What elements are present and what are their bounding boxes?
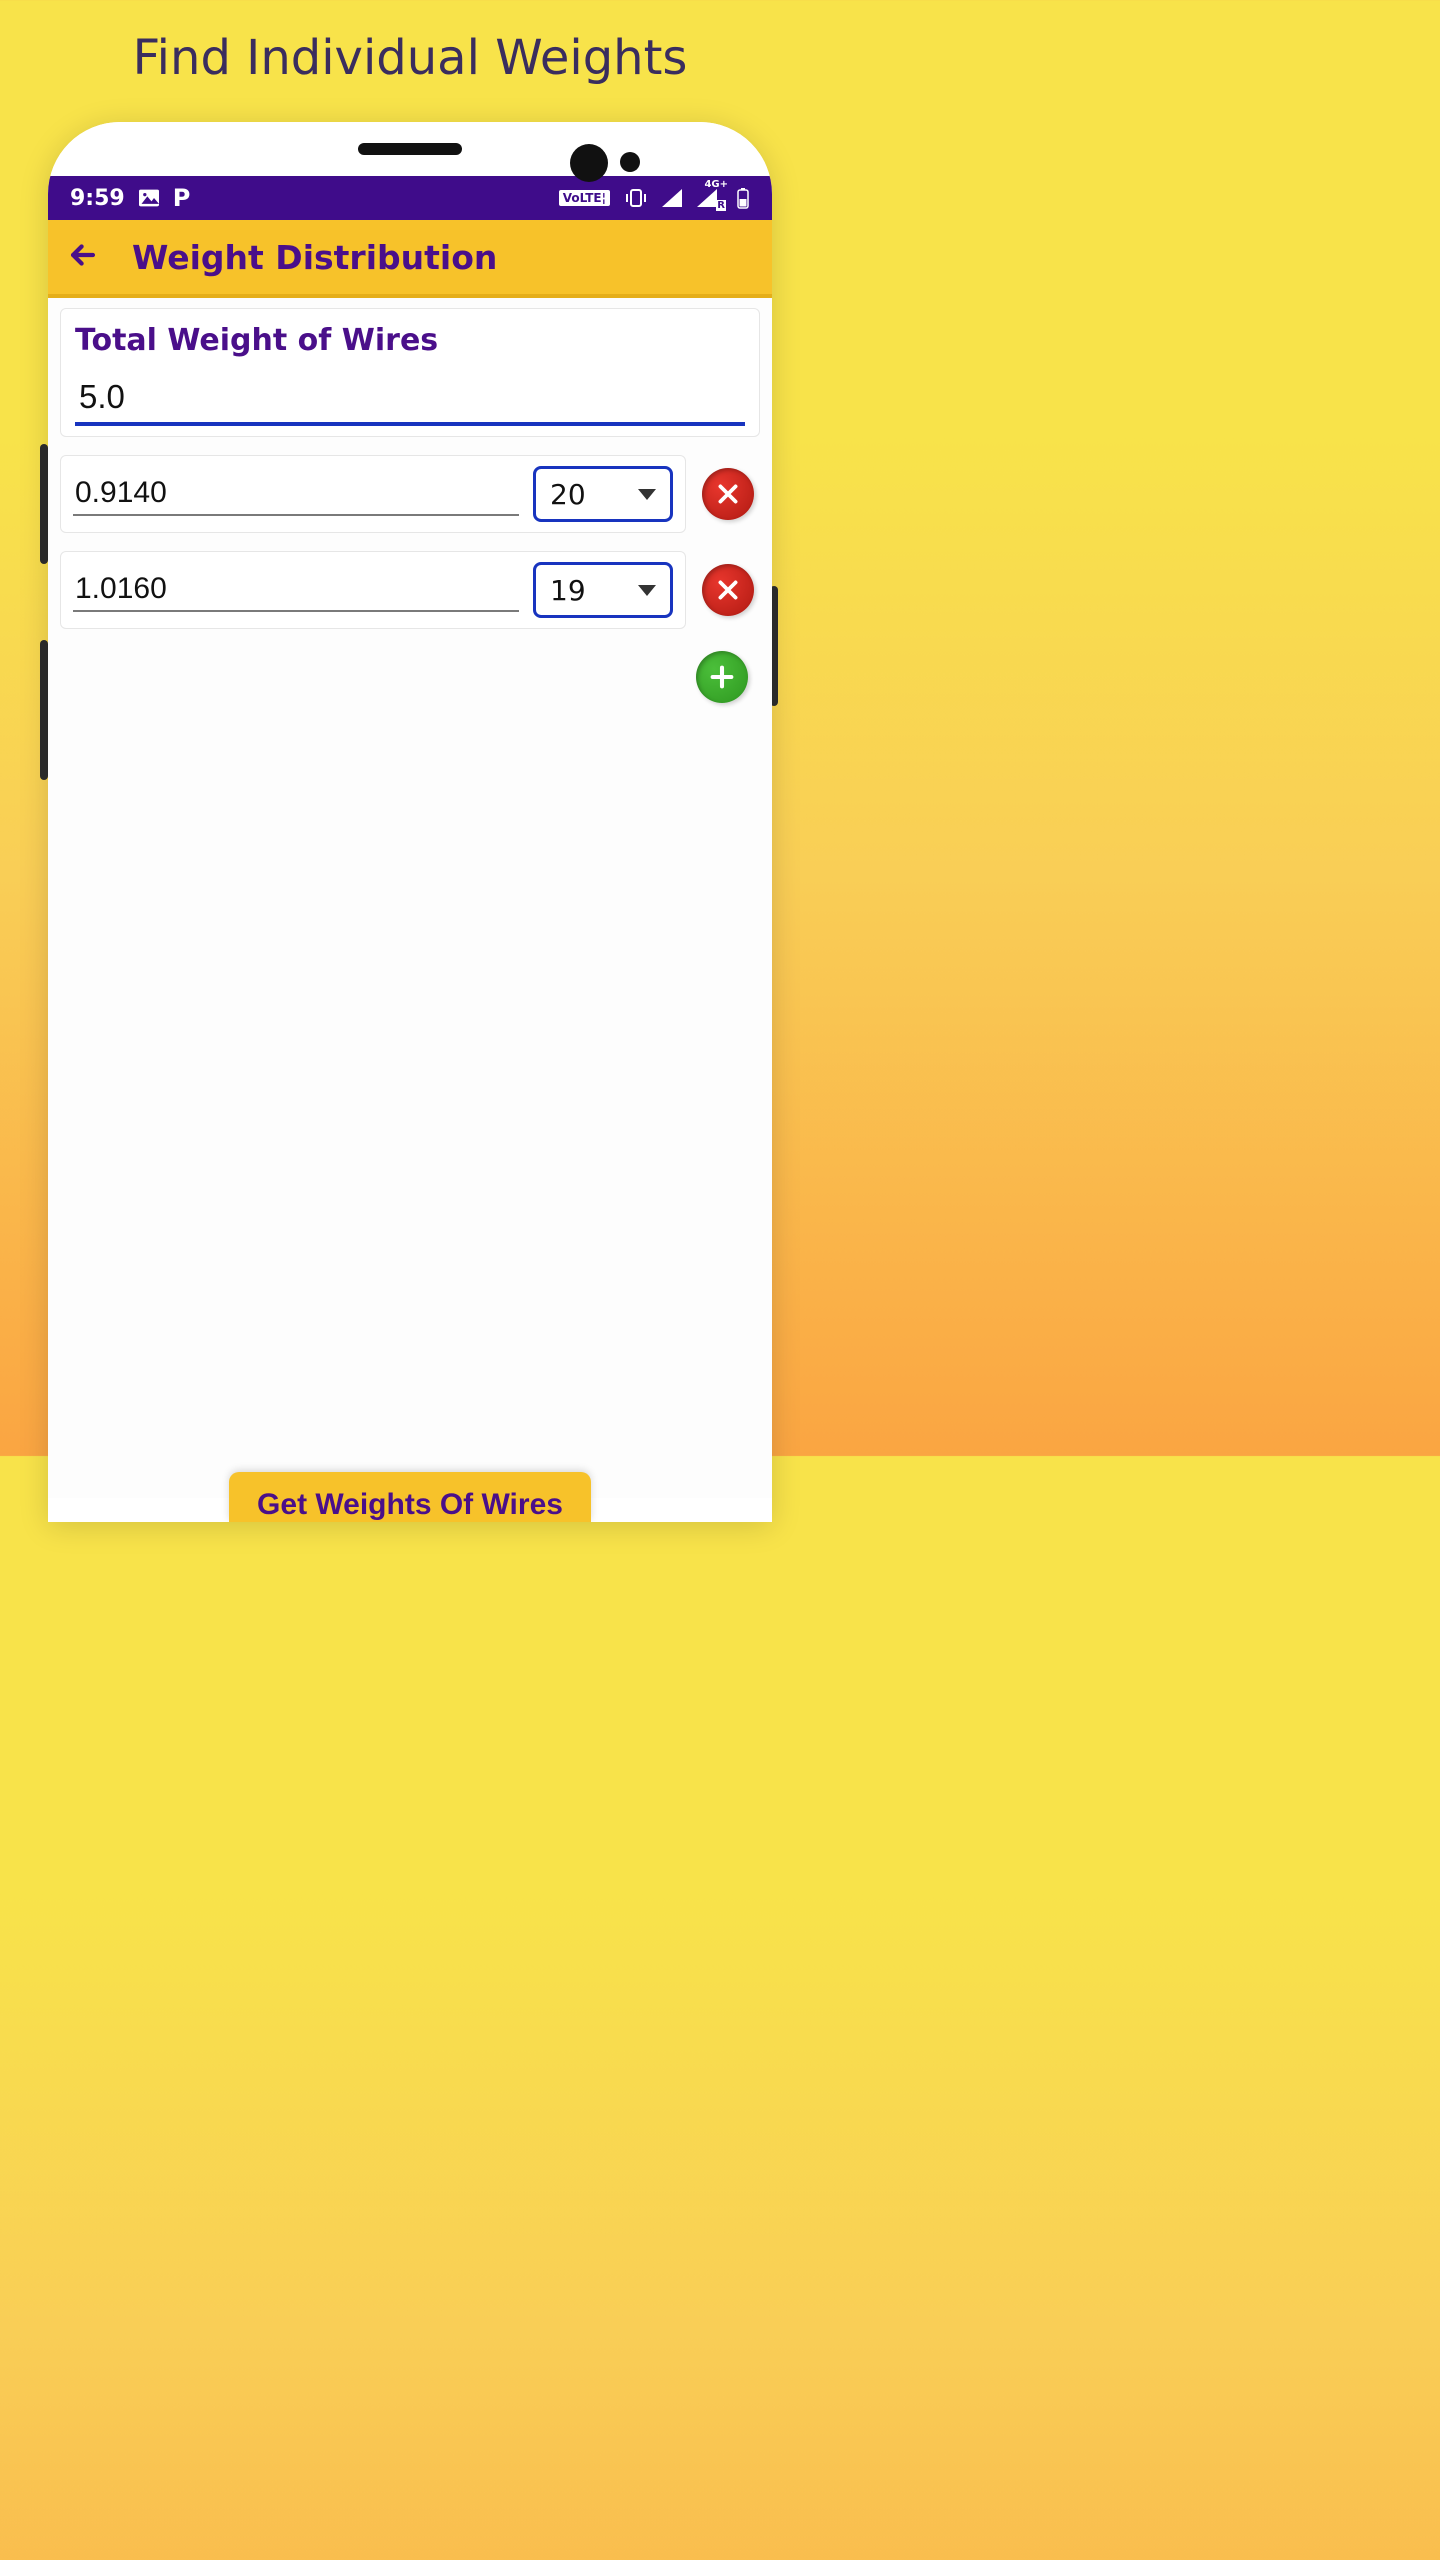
total-weight-input[interactable] [75,372,745,426]
wire-row: 19 [60,551,760,629]
promo-title: Find Individual Weights [0,0,820,106]
volte-chip: VoLTE¦ [559,190,610,206]
delete-row-button[interactable] [702,468,754,520]
status-time: 9:59 [70,186,125,211]
p-icon: P [173,184,191,212]
wire-gauge-value: 20 [550,478,586,511]
close-icon [715,577,741,603]
wire-gauge-select[interactable]: 20 [533,466,673,522]
chevron-down-icon [638,489,656,500]
wire-value-input[interactable] [73,472,519,516]
get-weights-button[interactable]: Get Weights Of Wires [229,1472,591,1522]
screen-content: Total Weight of Wires 20 19 [48,298,772,1498]
wire-value-input[interactable] [73,568,519,612]
delete-row-button[interactable] [702,564,754,616]
battery-icon [736,187,750,209]
vibrate-icon [624,188,648,208]
wire-row: 20 [60,455,760,533]
total-weight-card: Total Weight of Wires [60,308,760,437]
total-weight-label: Total Weight of Wires [75,323,745,358]
status-bar: 9:59 P VoLTE¦ 4G+ R [48,176,772,220]
signal-roaming-icon: 4G+ R [696,189,722,207]
app-bar: Weight Distribution [48,220,772,298]
phone-notch [48,122,772,176]
page-title: Weight Distribution [132,238,497,277]
plus-icon [708,663,736,691]
chevron-down-icon [638,585,656,596]
signal-icon [662,189,682,207]
phone-side-button [40,640,48,780]
wire-gauge-select[interactable]: 19 [533,562,673,618]
add-row-button[interactable] [696,651,748,703]
back-button[interactable] [66,238,100,276]
phone-frame: 9:59 P VoLTE¦ 4G+ R Weight Distribution … [48,122,772,1522]
phone-side-button [40,444,48,564]
wire-gauge-value: 19 [550,574,586,607]
close-icon [715,481,741,507]
picture-icon [139,189,159,207]
